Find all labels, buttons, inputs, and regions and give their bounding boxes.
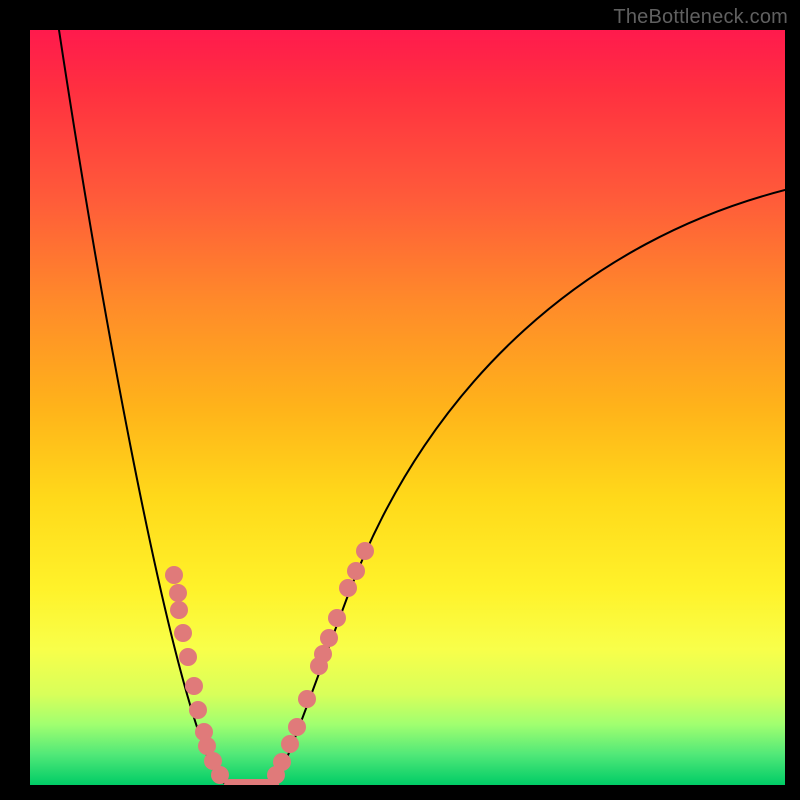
data-point (281, 735, 299, 753)
data-point (211, 766, 229, 784)
data-point (189, 701, 207, 719)
series-right-curve (273, 190, 785, 785)
scatter-group (165, 542, 374, 784)
data-point (174, 624, 192, 642)
data-point (169, 584, 187, 602)
data-point (298, 690, 316, 708)
data-point (347, 562, 365, 580)
data-point (170, 601, 188, 619)
chart-svg (30, 30, 785, 785)
data-point (185, 677, 203, 695)
chart-plot-area (30, 30, 785, 785)
data-point (179, 648, 197, 666)
data-point (165, 566, 183, 584)
series-left-curve (59, 30, 230, 785)
watermark-text: TheBottleneck.com (613, 6, 788, 29)
data-point (288, 718, 306, 736)
data-point (314, 645, 332, 663)
data-point (356, 542, 374, 560)
data-point (320, 629, 338, 647)
series-group (59, 30, 785, 785)
data-point (328, 609, 346, 627)
data-point (273, 753, 291, 771)
data-point (339, 579, 357, 597)
